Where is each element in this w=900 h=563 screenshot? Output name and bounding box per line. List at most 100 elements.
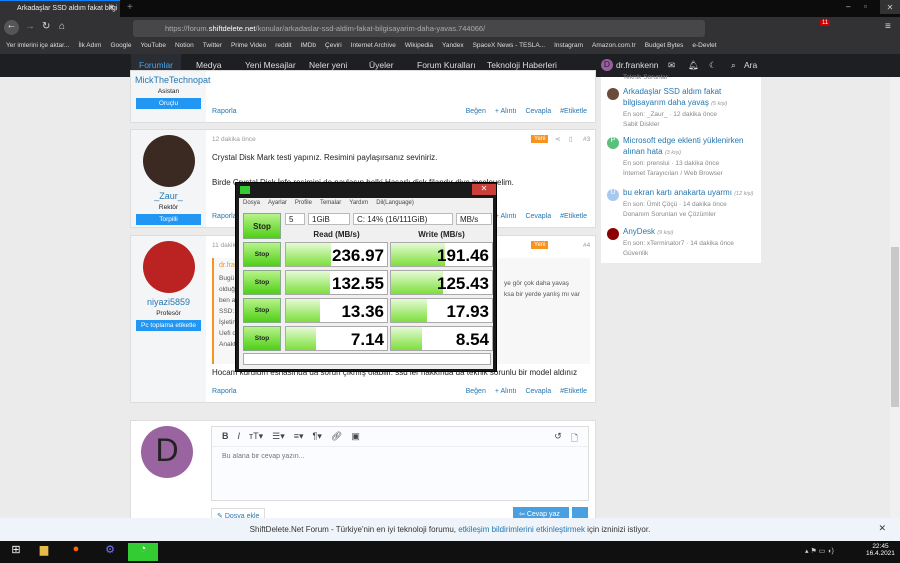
bookmark-item[interactable]: IMDb (301, 42, 317, 51)
nav-yeni-mesajlar[interactable]: Yeni Mesajlar (245, 60, 296, 70)
reply-button[interactable]: Cevapla (525, 388, 551, 395)
cdm-menu-item[interactable]: Yardım (349, 200, 368, 207)
crystaldiskmark-taskbar-icon[interactable]: ◔ (128, 543, 158, 561)
firefox-icon[interactable]: ● (62, 543, 90, 561)
image-icon[interactable]: ▣ (351, 431, 360, 442)
like-button[interactable]: Beğen (466, 388, 486, 395)
report-link[interactable]: Raporla (212, 213, 237, 220)
cdm-close-button[interactable]: ✕ (472, 184, 496, 195)
thread-category[interactable]: Donanım Sorunları ve Çözümler (623, 210, 757, 220)
sidebar-thread[interactable]: AnyDesk (9 kişi) En son: xTerminator7 · 1… (607, 226, 757, 259)
home-icon[interactable]: ⌂ (59, 21, 65, 32)
nav-forum-kurallari[interactable]: Forum Kuralları (417, 60, 476, 70)
avatar[interactable] (142, 135, 195, 187)
cdm-all-stop-button[interactable]: Stop (243, 213, 281, 239)
quote-button[interactable]: + Alıntı (495, 388, 517, 395)
reload-icon[interactable]: ↻ (42, 21, 50, 32)
thread-category[interactable]: İnternet Tarayıcıları / Web Browser (623, 169, 757, 179)
thread-title[interactable]: Microsoft edge eklenti yüklenirken alına… (623, 136, 744, 156)
cdm-menu-item[interactable]: Dosya (243, 200, 260, 207)
italic-icon[interactable]: I (238, 431, 241, 442)
cdm-size-select[interactable]: 1GiB (308, 213, 350, 225)
maximize-icon[interactable]: ▫ (864, 2, 867, 11)
cdm-row-stop-button[interactable]: Stop (243, 326, 281, 351)
search-icon[interactable]: ⌕ (731, 60, 736, 71)
post-time[interactable]: 12 dakika önce (212, 136, 256, 143)
username[interactable]: niyazi5859 (131, 297, 206, 307)
cdm-menu-item[interactable]: Dil(Language) (376, 200, 414, 207)
start-button[interactable]: ⊞ (2, 543, 30, 561)
report-link[interactable]: Raporla (212, 388, 237, 395)
list-icon[interactable]: ☰▾ (272, 431, 285, 442)
bookmark-icon[interactable]: ▯ (569, 135, 573, 143)
back-icon[interactable]: ← (4, 20, 19, 35)
notification-link[interactable]: etkileşim bildirimlerini etkinleştirmek (458, 525, 585, 534)
new-tab-icon[interactable]: + (127, 2, 133, 13)
link-icon[interactable]: 🔗︎ (331, 431, 342, 442)
align-icon[interactable]: ≡▾ (294, 431, 304, 442)
bookmark-item[interactable]: Twitter (203, 42, 222, 51)
browser-tab[interactable]: Arkadaşlar SSD aldım fakat bilgi (0, 0, 120, 17)
user-avatar[interactable]: D (601, 59, 613, 71)
cdm-drive-select[interactable]: C: 14% (16/111GiB) (353, 213, 453, 225)
bookmark-item[interactable]: Google (110, 42, 131, 51)
inbox-icon[interactable]: ✉ (668, 60, 675, 71)
bold-icon[interactable]: B (222, 431, 229, 442)
minimize-icon[interactable]: – (846, 2, 850, 11)
thread-title[interactable]: Arkadaşlar SSD aldım fakat bilgisayarım … (623, 87, 721, 107)
cdm-menu-item[interactable]: Ayarlar (268, 200, 287, 207)
bookmark-item[interactable]: Wikipedia (405, 42, 433, 51)
settings-icon[interactable]: ⚙ (96, 543, 124, 561)
username[interactable]: _Zaur_ (131, 191, 206, 201)
close-tab-icon[interactable]: ✕ (108, 3, 115, 12)
thread-title[interactable]: bu ekran kartı anakarta uyarmı (623, 188, 732, 197)
preview-icon[interactable]: 🗋 (571, 431, 578, 443)
bookmark-item[interactable]: Budget Bytes (645, 42, 684, 51)
bookmark-item[interactable]: YouTube (140, 42, 166, 51)
cdm-row-stop-button[interactable]: Stop (243, 298, 281, 323)
forward-icon[interactable]: → (25, 21, 35, 32)
reply-input[interactable] (222, 453, 522, 460)
bookmark-item[interactable]: SpaceX News - TESLA... (473, 42, 546, 51)
nav-username[interactable]: dr.frankenn (616, 60, 659, 70)
nav-medya[interactable]: Medya (196, 60, 222, 70)
quote-button[interactable]: + Alıntı (495, 108, 517, 115)
tag-button[interactable]: #Etiketle (560, 213, 587, 220)
tag-button[interactable]: #Etiketle (560, 388, 587, 395)
bookmark-item[interactable]: Instagram (554, 42, 583, 51)
post-number[interactable]: #3 (583, 136, 590, 143)
thread-category[interactable]: Güvenlik (623, 249, 757, 259)
cdm-menu-item[interactable]: Temalar (320, 200, 341, 207)
close-window-icon[interactable]: ✕ (880, 0, 900, 14)
bookmark-item[interactable]: Yer imlerini içe aktar... (6, 42, 69, 51)
username[interactable]: MickTheTechnopat (131, 75, 211, 85)
bookmark-item[interactable]: Amazon.com.tr (592, 42, 636, 51)
thread-title[interactable]: AnyDesk (623, 227, 655, 236)
cdm-comment-field[interactable] (243, 353, 491, 365)
paragraph-icon[interactable]: ¶▾ (313, 431, 322, 442)
cdm-row-stop-button[interactable]: Stop (243, 242, 281, 267)
report-link[interactable]: Raporla (212, 108, 237, 115)
text-size-icon[interactable]: тT▾ (249, 431, 263, 442)
bookmark-item[interactable]: İlk Adım (78, 42, 101, 51)
cdm-unit-select[interactable]: MB/s (456, 213, 492, 225)
share-icon[interactable]: ⋖ (555, 135, 560, 143)
dark-mode-icon[interactable]: ☾ (709, 60, 717, 71)
sidebar-thread[interactable]: Arkadaşlar SSD aldım fakat bilgisayarım … (607, 86, 757, 130)
menu-icon[interactable]: ≡ (885, 21, 891, 32)
nav-search[interactable]: Ara (744, 60, 757, 70)
tray-icons[interactable]: ▴ ⚑ ▭ ◖) (805, 547, 834, 555)
reply-avatar[interactable]: D (141, 426, 193, 478)
tag-button[interactable]: #Etiketle (560, 108, 587, 115)
nav-neler-yeni[interactable]: Neler yeni (309, 60, 347, 70)
bookmark-item[interactable]: e-Devlet (692, 42, 716, 51)
nav-teknoloji-haberleri[interactable]: Teknoloji Haberleri (487, 60, 557, 70)
close-notification-icon[interactable]: ✕ (878, 523, 886, 534)
reply-button[interactable]: Cevapla (525, 213, 551, 220)
post-number[interactable]: #4 (583, 242, 590, 249)
reply-button[interactable]: Cevapla (525, 108, 551, 115)
cdm-menu-item[interactable]: Profile (295, 200, 312, 207)
cdm-titlebar[interactable] (236, 183, 498, 197)
bookmark-item[interactable]: Prime Video (231, 42, 266, 51)
page-scrollbar[interactable] (890, 77, 900, 518)
